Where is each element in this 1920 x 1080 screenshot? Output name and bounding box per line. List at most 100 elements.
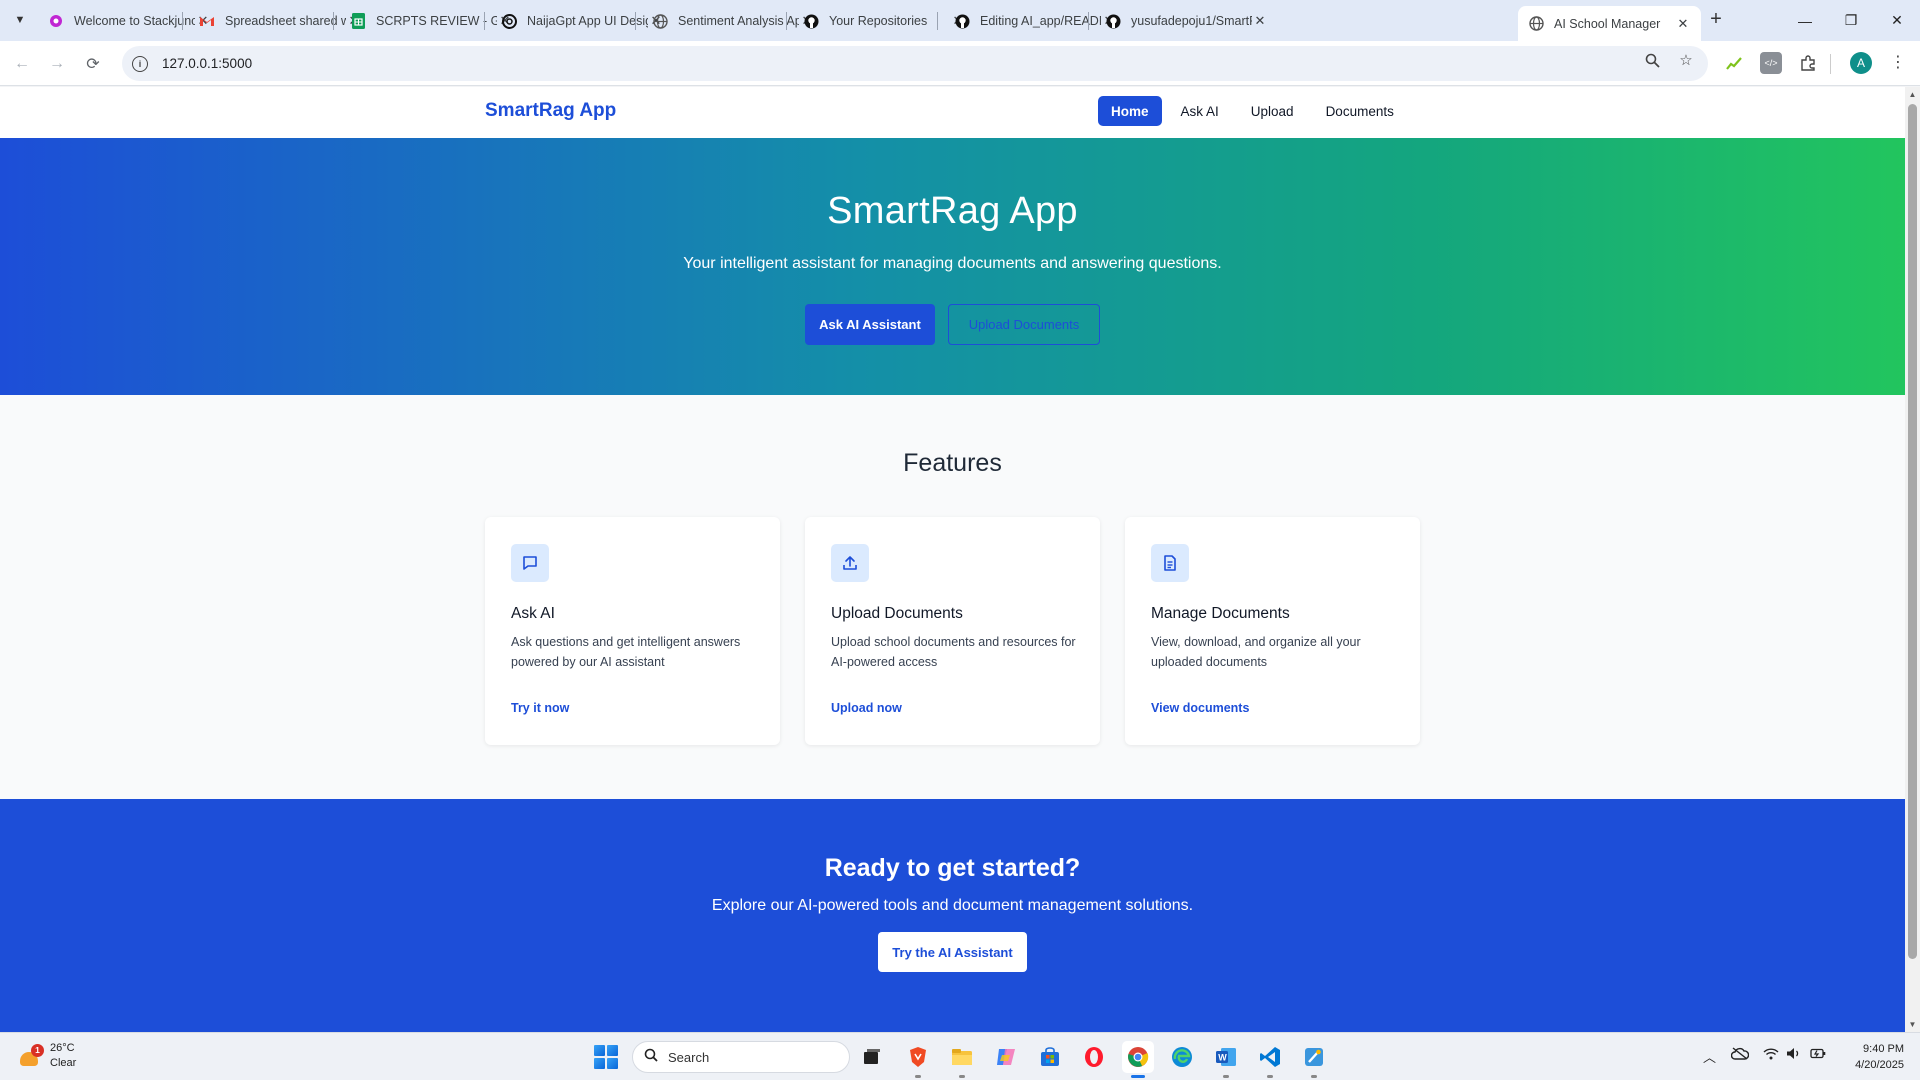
system-clock[interactable]: 9:40 PM 4/20/2025 — [1838, 1041, 1904, 1073]
hero-section: SmartRag App Your intelligent assistant … — [0, 138, 1905, 395]
clock-time: 9:40 PM — [1863, 1043, 1904, 1055]
feature-card-upload: Upload Documents Upload school documents… — [805, 517, 1100, 745]
ask-ai-assistant-button[interactable]: Ask AI Assistant — [805, 304, 935, 345]
notification-badge: 1 — [31, 1044, 44, 1057]
battery-icon[interactable] — [1810, 1047, 1826, 1063]
gmail-icon — [199, 13, 215, 29]
taskbar-search[interactable]: Search — [632, 1041, 850, 1073]
browser-toolbar: ← → ⟳ i 127.0.0.1:5000 ☆ </> A ⋮ — [0, 41, 1920, 86]
page-scrollbar[interactable]: ▲ ▼ — [1905, 87, 1920, 1032]
vscode-icon[interactable] — [1254, 1041, 1286, 1073]
tab-title: Sentiment Analysis App — [678, 14, 799, 28]
tab-title: Your Repositories — [829, 14, 928, 28]
windows-start-icon[interactable] — [594, 1045, 618, 1069]
url-text[interactable]: 127.0.0.1:5000 — [162, 56, 252, 71]
copilot-icon[interactable] — [990, 1041, 1022, 1073]
tab-title: Editing AI_app/README.md — [980, 14, 1101, 28]
nav-documents[interactable]: Documents — [1313, 96, 1407, 126]
stackjunction-icon — [48, 13, 64, 29]
feature-card-title: Ask AI — [511, 605, 555, 622]
upload-documents-button[interactable]: Upload Documents — [948, 304, 1100, 345]
scroll-thumb[interactable] — [1908, 104, 1917, 959]
zoom-icon[interactable] — [1642, 50, 1662, 70]
close-tab-icon[interactable]: ✕ — [1675, 16, 1691, 32]
brave-browser-icon[interactable] — [902, 1041, 934, 1073]
feature-card-manage: Manage Documents View, download, and org… — [1125, 517, 1420, 745]
site-navbar: SmartRag App Home Ask AI Upload Document… — [0, 87, 1905, 138]
feature-card-description: Upload school documents and resources fo… — [831, 635, 1076, 669]
chrome-browser-icon[interactable] — [1122, 1041, 1154, 1073]
browser-tab-strip: ▼ Welcome to Stackjunction ✕ Spreadsheet… — [0, 0, 1920, 41]
windows-taskbar: 1 26°C Clear Search W ︿ 9:40 PM 4/20/202… — [0, 1032, 1920, 1080]
browser-menu-icon[interactable]: ⋮ — [1888, 52, 1908, 74]
tab-search-icon[interactable]: ▼ — [8, 8, 32, 32]
extension-code-icon[interactable]: </> — [1760, 52, 1782, 74]
scroll-down-arrow-icon[interactable]: ▼ — [1908, 1020, 1917, 1029]
reload-icon[interactable]: ⟳ — [79, 50, 107, 78]
window-close-icon[interactable]: ✕ — [1874, 0, 1920, 41]
hero-title: SmartRag App — [827, 190, 1078, 232]
weather-condition: Clear — [50, 1057, 77, 1069]
site-brand[interactable]: SmartRag App — [485, 100, 616, 122]
github-icon — [1105, 13, 1121, 29]
try-it-now-link[interactable]: Try it now — [511, 701, 569, 715]
tab-title: NaijaGpt App UI Design — [527, 14, 648, 28]
restore-icon[interactable]: ❐ — [1828, 0, 1874, 41]
github-icon — [954, 13, 970, 29]
view-documents-link[interactable]: View documents — [1151, 701, 1249, 715]
nav-upload[interactable]: Upload — [1238, 96, 1307, 126]
task-view-icon[interactable] — [856, 1041, 888, 1073]
nav-home[interactable]: Home — [1098, 96, 1162, 126]
github-icon — [803, 13, 819, 29]
openai-icon — [501, 13, 517, 29]
extensions-puzzle-icon[interactable] — [1797, 52, 1819, 74]
address-bar[interactable]: i 127.0.0.1:5000 — [122, 46, 1708, 81]
edge-browser-icon[interactable] — [1166, 1041, 1198, 1073]
forward-arrow-icon[interactable]: → — [43, 50, 71, 78]
microsoft-store-icon[interactable] — [1034, 1041, 1066, 1073]
browser-tab[interactable]: yusufadepoju1/SmartRag ✕ — [1095, 6, 1278, 36]
volume-icon[interactable] — [1786, 1047, 1802, 1063]
profile-avatar[interactable]: A — [1850, 52, 1872, 74]
nav-ask-ai[interactable]: Ask AI — [1168, 96, 1232, 126]
tab-title: yusufadepoju1/SmartRag — [1131, 14, 1252, 28]
new-tab-button[interactable]: + — [1704, 8, 1728, 32]
cta-title: Ready to get started? — [824, 854, 1081, 882]
weather-widget[interactable]: 1 26°C Clear — [18, 1041, 76, 1071]
extension-chart-icon[interactable] — [1723, 52, 1745, 74]
document-icon — [1151, 544, 1189, 582]
close-tab-icon[interactable]: ✕ — [1252, 13, 1268, 29]
microsoft-word-icon[interactable]: W — [1210, 1041, 1242, 1073]
upload-now-link[interactable]: Upload now — [831, 701, 902, 715]
page-viewport: SmartRag App Home Ask AI Upload Document… — [0, 87, 1905, 1032]
site-info-icon[interactable]: i — [132, 55, 148, 72]
onedrive-offline-icon[interactable] — [1730, 1047, 1750, 1063]
show-hidden-icons-icon[interactable]: ︿ — [1703, 1047, 1716, 1066]
feature-card-ask-ai: Ask AI Ask questions and get intelligent… — [485, 517, 780, 745]
sheets-icon — [350, 13, 366, 29]
chat-bubble-icon — [511, 544, 549, 582]
minimize-icon[interactable]: — — [1782, 0, 1828, 41]
tab-title: SCRPTS REVIEW - Google Sheets — [376, 14, 497, 28]
clock-date: 4/20/2025 — [1855, 1059, 1904, 1071]
hero-subtitle: Your intelligent assistant for managing … — [683, 255, 1222, 272]
bookmark-star-icon[interactable]: ☆ — [1676, 50, 1696, 70]
paint-app-icon[interactable] — [1298, 1041, 1330, 1073]
site-nav-links: Home Ask AI Upload Documents — [1098, 96, 1407, 126]
features-heading: Features — [903, 449, 1002, 477]
opera-browser-icon[interactable] — [1078, 1041, 1110, 1073]
search-icon — [644, 1048, 658, 1066]
try-ai-assistant-button[interactable]: Try the AI Assistant — [878, 932, 1027, 972]
feature-card-description: Ask questions and get intelligent answer… — [511, 635, 741, 669]
scroll-up-arrow-icon[interactable]: ▲ — [1908, 90, 1917, 99]
cta-section: Ready to get started? Explore our AI-pow… — [0, 799, 1905, 1032]
wifi-icon[interactable] — [1763, 1047, 1779, 1063]
back-arrow-icon[interactable]: ← — [8, 50, 36, 78]
weather-icon: 1 — [18, 1044, 44, 1068]
tab-title: Spreadsheet shared with you — [225, 14, 346, 28]
cta-subtitle: Explore our AI-powered tools and documen… — [711, 897, 1194, 914]
browser-tab-active[interactable]: AI School Manager ✕ — [1518, 6, 1701, 41]
tab-title: Welcome to Stackjunction — [74, 14, 195, 28]
globe-icon — [652, 13, 668, 29]
file-explorer-icon[interactable] — [946, 1041, 978, 1073]
